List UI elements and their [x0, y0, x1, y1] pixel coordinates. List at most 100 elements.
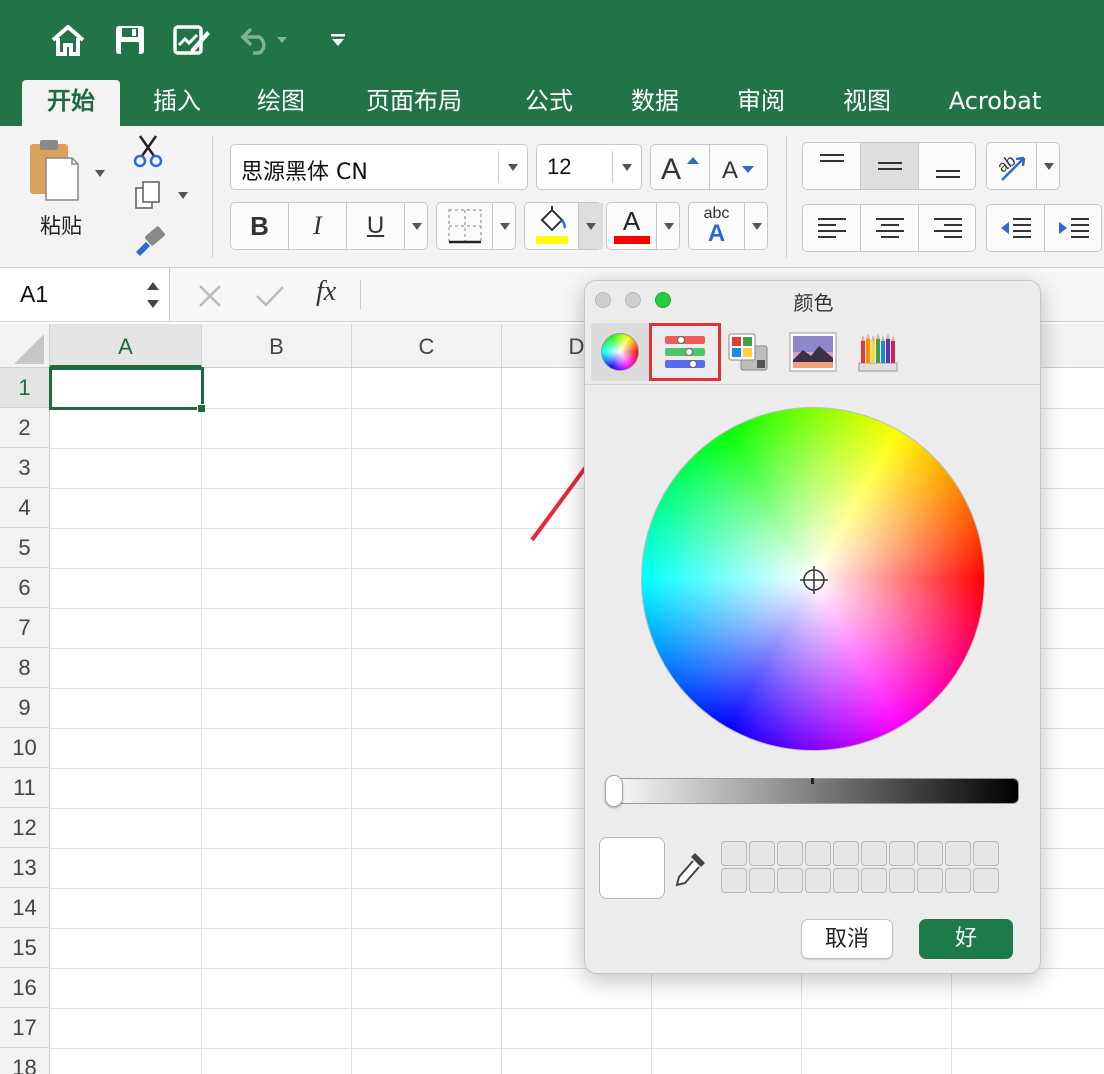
insert-function-button[interactable]: fx	[316, 276, 336, 308]
confirm-edit-icon[interactable]	[254, 282, 286, 315]
font-color-button[interactable]: A	[606, 202, 680, 250]
color-swatch-slot[interactable]	[749, 841, 775, 866]
font-name-select[interactable]: 思源黑体 CN	[230, 144, 528, 190]
fill-color-button[interactable]	[524, 202, 603, 250]
row-header-11[interactable]: 11	[0, 768, 50, 808]
align-top-button[interactable]	[803, 143, 861, 189]
image-palettes-mode-button[interactable]	[785, 323, 841, 381]
color-sliders-mode-button[interactable]	[649, 323, 721, 381]
row-header-17[interactable]: 17	[0, 1008, 50, 1048]
selected-cell-a1[interactable]	[49, 367, 204, 410]
paste-dropdown-icon[interactable]	[95, 170, 105, 177]
name-box[interactable]: A1	[0, 268, 170, 321]
paste-button[interactable]	[26, 138, 82, 206]
align-center-button[interactable]	[861, 205, 919, 251]
tab-view[interactable]: 视图	[830, 80, 904, 126]
color-swatch-slot[interactable]	[973, 841, 999, 866]
row-header-13[interactable]: 13	[0, 848, 50, 888]
row-header-12[interactable]: 12	[0, 808, 50, 848]
customize-toolbar-icon[interactable]	[318, 20, 358, 60]
tab-page-layout[interactable]: 页面布局	[352, 80, 476, 126]
copy-icon[interactable]	[134, 180, 164, 217]
row-header-3[interactable]: 3	[0, 448, 50, 488]
color-swatch-slot[interactable]	[973, 868, 999, 893]
font-name-dropdown-icon[interactable]	[508, 164, 518, 171]
undo-dropdown-icon[interactable]	[272, 20, 292, 60]
color-swatch-slot[interactable]	[721, 841, 747, 866]
font-size-dropdown-icon[interactable]	[622, 164, 632, 171]
color-swatch-slot[interactable]	[945, 868, 971, 893]
column-header-b[interactable]: B	[202, 324, 352, 368]
color-swatch-slot[interactable]	[861, 841, 887, 866]
color-swatch-slot[interactable]	[777, 868, 803, 893]
color-palettes-mode-button[interactable]	[723, 323, 773, 381]
fill-handle[interactable]	[197, 404, 206, 413]
color-swatch-slot[interactable]	[861, 868, 887, 893]
color-swatch-slot[interactable]	[749, 868, 775, 893]
eyedropper-icon[interactable]	[673, 849, 709, 889]
row-header-1[interactable]: 1	[0, 368, 50, 408]
italic-button[interactable]: I	[289, 203, 347, 249]
align-right-button[interactable]	[919, 205, 977, 251]
brightness-slider-handle[interactable]	[605, 775, 623, 807]
column-header-a[interactable]: A	[50, 324, 202, 368]
decrease-font-size-button[interactable]: A	[710, 145, 769, 189]
row-header-15[interactable]: 15	[0, 928, 50, 968]
align-middle-button[interactable]	[861, 143, 919, 189]
row-header-2[interactable]: 2	[0, 408, 50, 448]
color-swatch-slot[interactable]	[889, 841, 915, 866]
row-header-7[interactable]: 7	[0, 608, 50, 648]
column-header-c[interactable]: C	[352, 324, 502, 368]
increase-font-size-button[interactable]: A	[651, 145, 710, 189]
tab-insert[interactable]: 插入	[140, 80, 214, 126]
borders-dropdown-icon[interactable]	[493, 203, 517, 249]
row-header-14[interactable]: 14	[0, 888, 50, 928]
row-header-8[interactable]: 8	[0, 648, 50, 688]
edit-document-icon[interactable]	[172, 20, 212, 60]
row-header-4[interactable]: 4	[0, 488, 50, 528]
row-header-6[interactable]: 6	[0, 568, 50, 608]
name-box-stepper-icon[interactable]	[146, 278, 160, 317]
bold-button[interactable]: B	[231, 203, 289, 249]
color-swatch-slot[interactable]	[805, 841, 831, 866]
format-painter-icon[interactable]	[132, 226, 166, 261]
color-wheel-mode-button[interactable]	[591, 323, 649, 381]
color-wheel-crosshair-icon[interactable]	[799, 565, 829, 595]
font-size-select[interactable]: 12	[536, 144, 642, 190]
pencils-mode-button[interactable]	[851, 323, 905, 381]
fill-color-dropdown-icon[interactable]	[579, 203, 603, 249]
row-header-10[interactable]: 10	[0, 728, 50, 768]
tab-draw[interactable]: 绘图	[244, 80, 318, 126]
tab-data[interactable]: 数据	[618, 80, 692, 126]
tab-review[interactable]: 审阅	[724, 80, 798, 126]
font-color-dropdown-icon[interactable]	[657, 203, 681, 249]
select-all-button[interactable]	[0, 324, 50, 368]
tab-acrobat[interactable]: Acrobat	[936, 80, 1054, 126]
underline-button[interactable]: U	[347, 203, 405, 249]
row-header-9[interactable]: 9	[0, 688, 50, 728]
cancel-edit-icon[interactable]	[196, 282, 224, 315]
current-color-swatch[interactable]	[599, 837, 665, 899]
tab-home[interactable]: 开始	[22, 80, 120, 126]
underline-dropdown-icon[interactable]	[405, 203, 429, 249]
cancel-button[interactable]: 取消	[801, 919, 893, 959]
save-icon[interactable]	[110, 20, 150, 60]
color-swatch-slot[interactable]	[945, 841, 971, 866]
color-swatch-slot[interactable]	[833, 868, 859, 893]
decrease-indent-button[interactable]	[987, 205, 1045, 251]
ok-button[interactable]: 好	[919, 919, 1013, 959]
row-header-5[interactable]: 5	[0, 528, 50, 568]
color-swatch-slot[interactable]	[833, 841, 859, 866]
undo-icon[interactable]	[236, 20, 276, 60]
color-swatch-slot[interactable]	[889, 868, 915, 893]
orientation-dropdown-icon[interactable]	[1037, 143, 1061, 189]
align-left-button[interactable]	[803, 205, 861, 251]
cut-icon[interactable]	[132, 134, 164, 173]
tab-formulas[interactable]: 公式	[512, 80, 586, 126]
text-effects-dropdown-icon[interactable]	[745, 203, 769, 249]
increase-indent-button[interactable]	[1045, 205, 1103, 251]
home-icon[interactable]	[48, 20, 88, 60]
row-header-18[interactable]: 18	[0, 1048, 50, 1074]
align-bottom-button[interactable]	[919, 143, 977, 189]
color-swatch-slot[interactable]	[917, 841, 943, 866]
